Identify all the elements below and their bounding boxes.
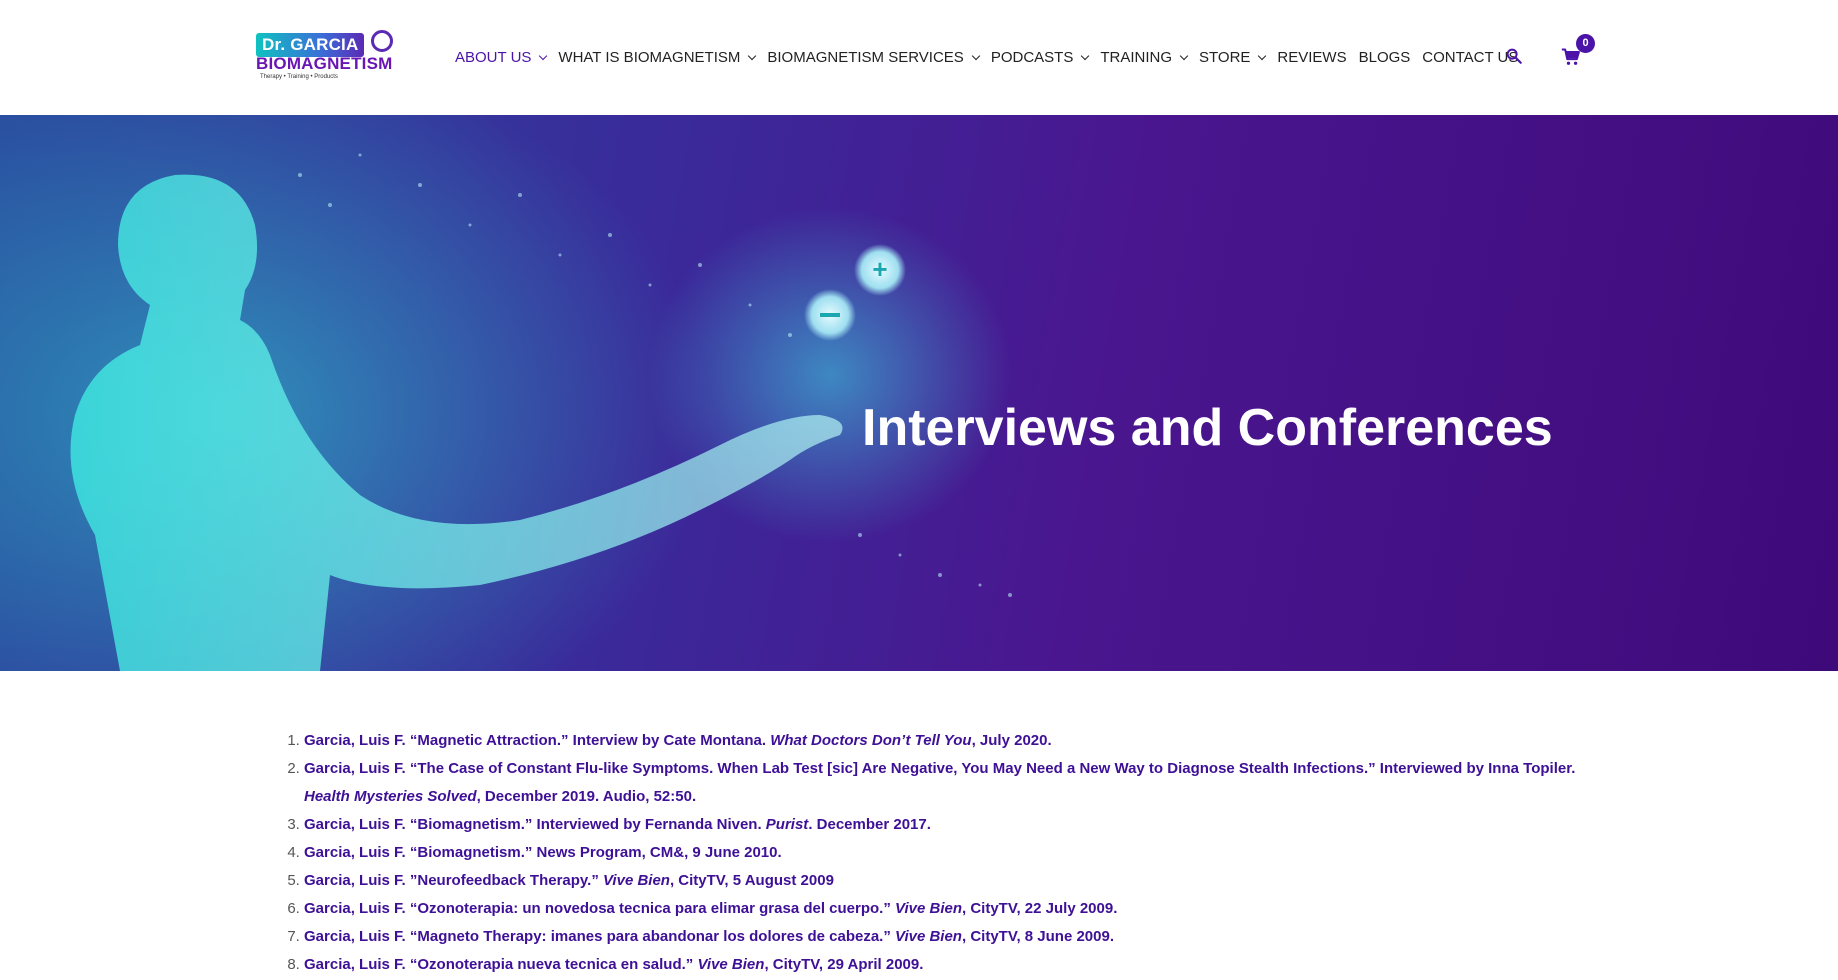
nav-item-about-us[interactable]: ABOUT US — [455, 48, 548, 66]
reference-text: Garcia, Luis F. “Biomagnetism.” News Pro… — [304, 844, 782, 861]
reference-item[interactable]: Garcia, Luis F. “Magneto Therapy: imanes… — [304, 923, 1600, 951]
reference-source: Vive Bien — [895, 900, 962, 917]
main-navigation: ABOUT US WHAT IS BIOMAGNETISM BIOMAGNETISM… — [455, 46, 1530, 68]
chevron-down-icon[interactable] — [1179, 51, 1189, 60]
reference-item[interactable]: Garcia, Luis F. “The Case of Constant Fl… — [304, 755, 1600, 811]
reference-text: Garcia, Luis F. “Magneto Therapy: imanes… — [304, 928, 895, 945]
reference-date: , July 2020. — [971, 732, 1052, 749]
reference-date: , CityTV, 5 August 2009 — [669, 872, 834, 889]
chevron-down-icon[interactable] — [1258, 51, 1267, 60]
reference-source: Purist — [765, 816, 809, 833]
nav-item-label: ABOUT US — [455, 48, 532, 66]
nav-item-what-is-biomagnetism[interactable]: WHAT IS BIOMAGNETISM — [558, 48, 757, 66]
nav-item-label: PODCASTS — [990, 48, 1074, 66]
nav-item-reviews[interactable]: REVIEWS — [1277, 49, 1346, 66]
reference-item[interactable]: Garcia, Luis F. “Ozonoterapia: un novedo… — [304, 895, 1600, 923]
logo-tagline: Therapy • Training • Products — [260, 74, 338, 80]
reference-text: Garcia, Luis F. ”Neurofeedback Therapy.” — [304, 872, 603, 889]
nav-item-biomagnetism-services[interactable]: BIOMAGNETISM SERVICES — [767, 48, 981, 66]
hero-figure-illustration: + — [70, 153, 1012, 671]
reference-date: , December 2019. Audio, 52:50. — [476, 788, 697, 805]
chevron-down-icon[interactable] — [539, 51, 548, 60]
nav-item-label: WHAT IS BIOMAGNETISM — [558, 48, 741, 66]
reference-source: Health Mysteries Solved — [304, 788, 477, 805]
search-icon[interactable] — [1505, 47, 1523, 65]
content-area: Garcia, Luis F. “Magnetic Attraction.” I… — [280, 727, 1600, 979]
reference-source: Vive Bien — [697, 956, 765, 973]
page-title: Interviews and Conferences — [862, 398, 1553, 457]
nav-item-label: BLOGS — [1358, 48, 1411, 66]
reference-text: Garcia, Luis F. “The Case of Constant Fl… — [304, 760, 1576, 777]
logo-line-2: BIOMAGNETISM — [256, 54, 393, 73]
hero-banner: + Interviews and Conferences — [0, 115, 1838, 671]
nav-item-blogs[interactable]: BLOGS — [1359, 49, 1411, 66]
reference-item[interactable]: Garcia, Luis F. “Magnetic Attraction.” I… — [304, 727, 1600, 755]
nav-item-label: TRAINING — [1100, 48, 1172, 66]
reference-text: Garcia, Luis F. “Ozonoterapia: un novedo… — [304, 900, 896, 917]
nav-item-contact-us[interactable]: CONTACT US — [1422, 49, 1518, 66]
reference-text: Garcia, Luis F. “Magnetic Attraction.” I… — [304, 732, 771, 749]
nav-item-store[interactable]: STORE — [1199, 48, 1267, 66]
reference-source: Vive Bien — [895, 928, 962, 945]
reference-item[interactable]: Garcia, Luis F. “Ozonoterapia nueva tecn… — [304, 951, 1600, 979]
nav-item-label: STORE — [1199, 48, 1251, 66]
svg-text:+: + — [872, 254, 887, 284]
cart-count-badge: 0 — [1576, 34, 1595, 53]
chevron-down-icon[interactable] — [1081, 51, 1090, 60]
site-header: Dr. GARCIA BIOMAGNETISM Therapy • Traini… — [0, 0, 1838, 115]
reference-item[interactable]: Garcia, Luis F. “Biomagnetism.” Intervie… — [304, 811, 1600, 839]
chevron-down-icon[interactable] — [971, 51, 981, 60]
nav-item-label: BIOMAGNETISM SERVICES — [767, 48, 964, 66]
reference-text: Garcia, Luis F. “Ozonoterapia nueva tecn… — [304, 956, 698, 973]
references-list: Garcia, Luis F. “Magnetic Attraction.” I… — [280, 727, 1600, 979]
reference-item[interactable]: Garcia, Luis F. “Biomagnetism.” News Pro… — [304, 839, 1600, 867]
reference-item[interactable]: Garcia, Luis F. ”Neurofeedback Therapy.”… — [304, 867, 1600, 895]
reference-date: , CityTV, 22 July 2009. — [962, 900, 1118, 917]
nav-item-training[interactable]: TRAINING — [1100, 48, 1189, 66]
reference-date: , CityTV, 8 June 2009. — [961, 928, 1115, 945]
reference-source: What Doctors Don’t Tell You — [770, 732, 972, 749]
nav-item-label: REVIEWS — [1277, 48, 1347, 66]
nav-item-podcasts[interactable]: PODCASTS — [990, 48, 1090, 66]
reference-source: Vive Bien — [602, 872, 670, 889]
logo-swirl-icon — [371, 30, 393, 52]
reference-date: , CityTV, 29 April 2009. — [764, 956, 924, 973]
reference-text: Garcia, Luis F. “Biomagnetism.” Intervie… — [304, 816, 766, 833]
reference-date: . December 2017. — [808, 816, 931, 833]
chevron-down-icon[interactable] — [748, 51, 757, 60]
site-logo[interactable]: Dr. GARCIA BIOMAGNETISM Therapy • Traini… — [253, 30, 393, 82]
nav-item-label: CONTACT US — [1422, 48, 1519, 66]
